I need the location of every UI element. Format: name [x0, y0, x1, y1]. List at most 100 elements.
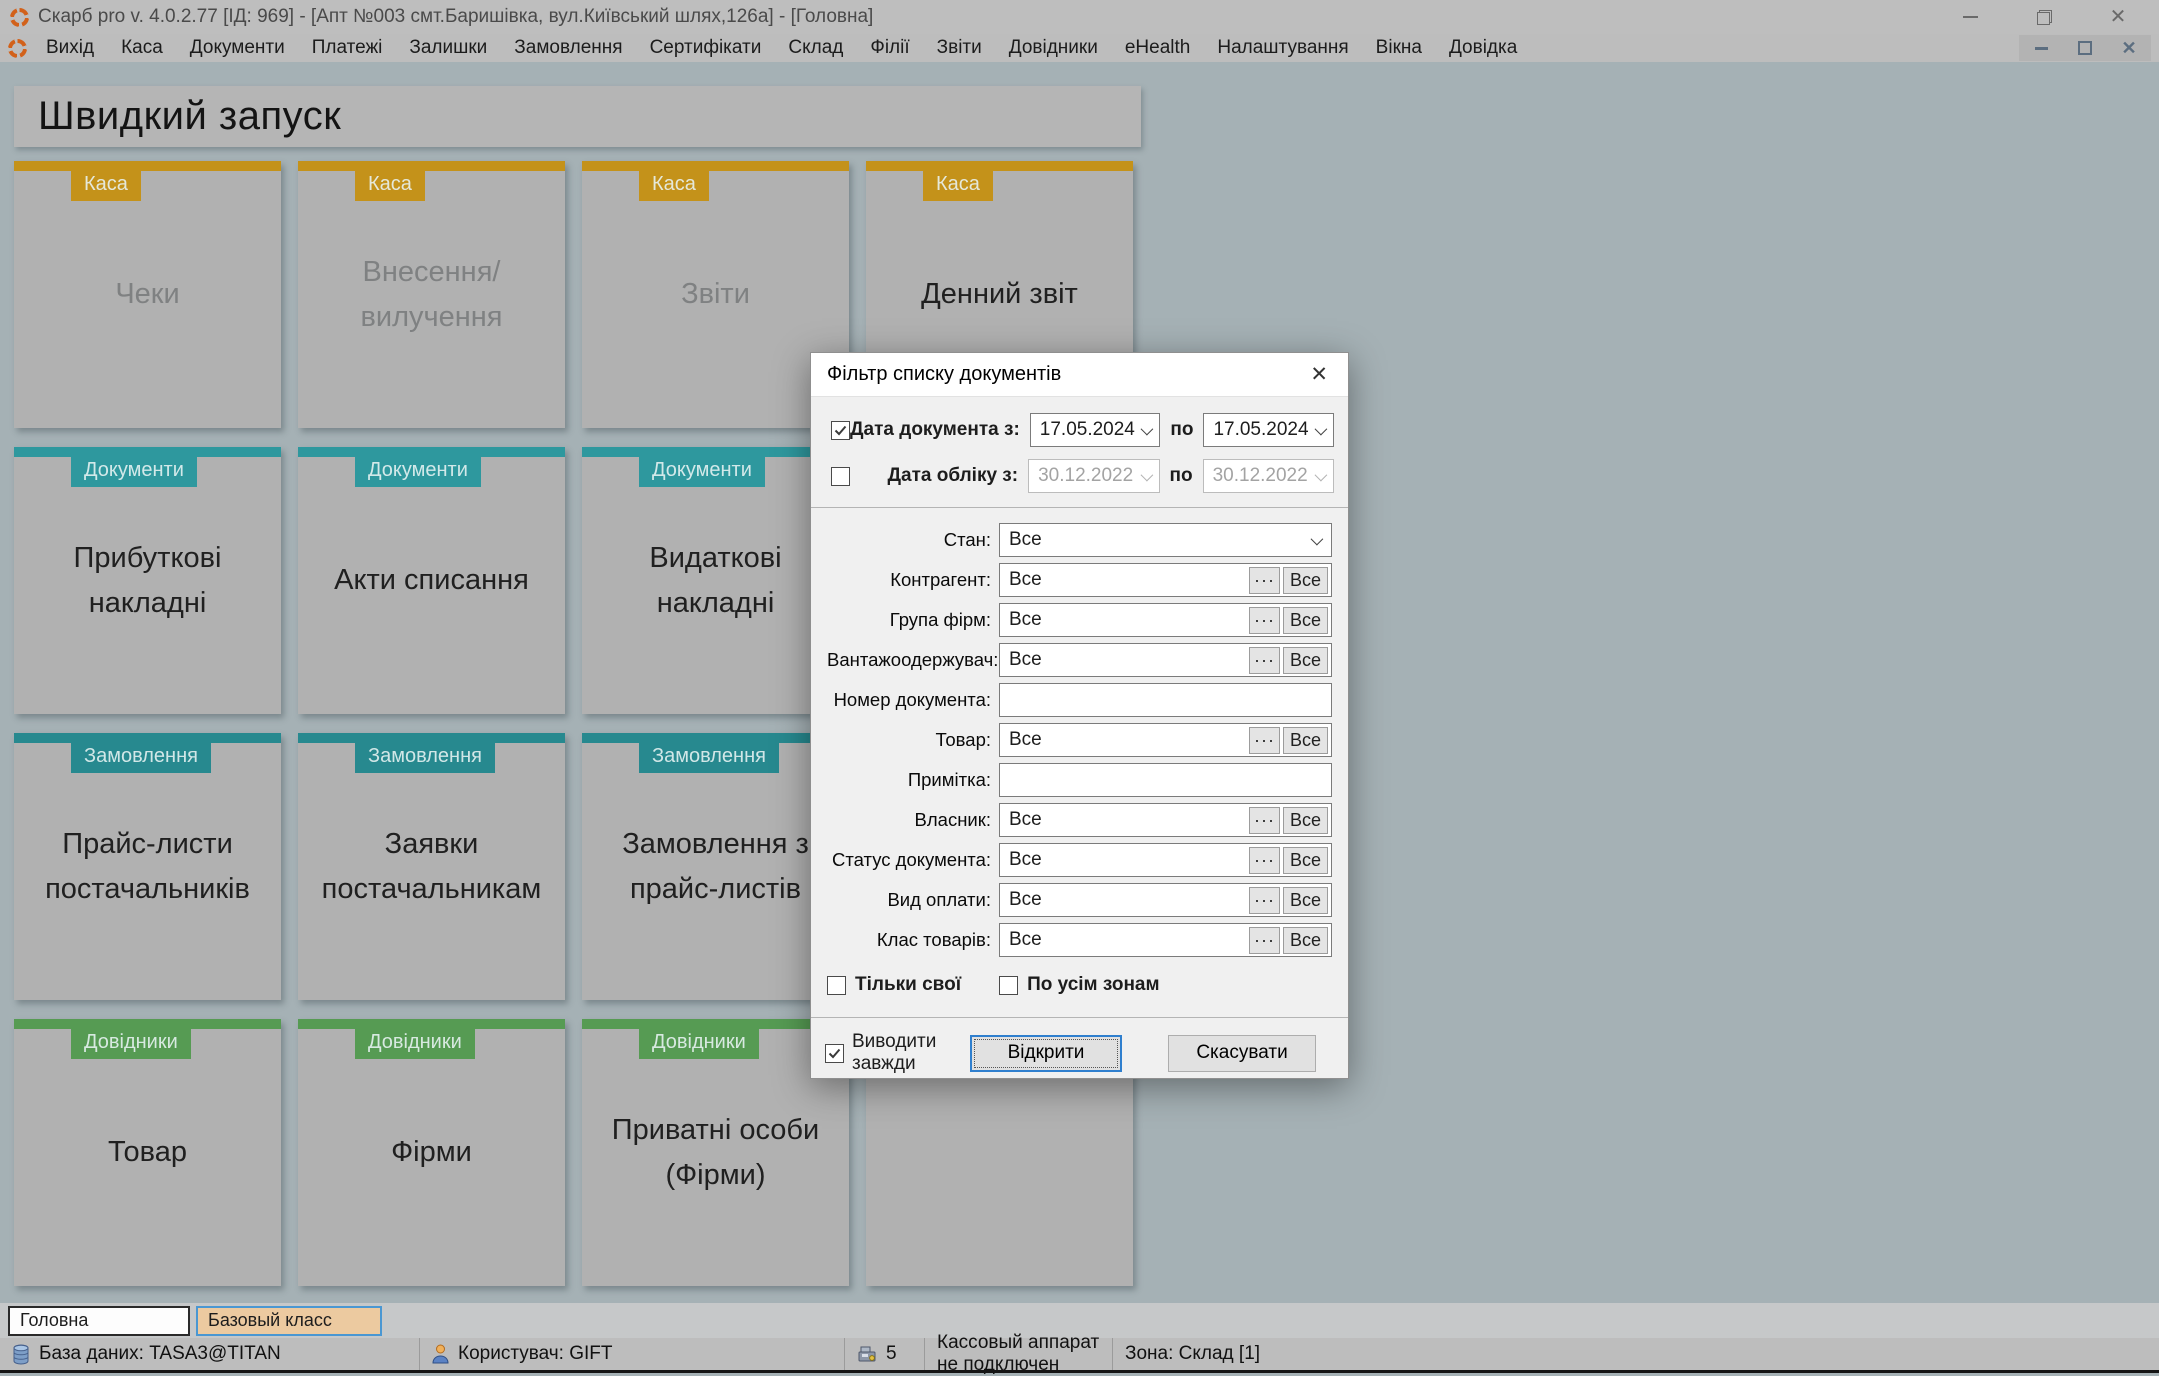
option-checkbox-group: По усім зонам: [999, 974, 1160, 996]
menu-item-сертифікати[interactable]: Сертифікати: [650, 37, 762, 59]
menu-item-каса[interactable]: Каса: [121, 37, 163, 59]
field-lookup[interactable]: Все···Все: [999, 843, 1332, 877]
date-value: 17.05.2024: [1213, 419, 1315, 441]
date-from-combo[interactable]: 17.05.2024: [1030, 413, 1161, 447]
ellipsis-button[interactable]: ···: [1249, 927, 1280, 954]
field-lookup[interactable]: Все···Все: [999, 883, 1332, 917]
always-show-checkbox[interactable]: [825, 1044, 844, 1063]
mdi-close-icon[interactable]: ✕: [2107, 35, 2151, 61]
cancel-button[interactable]: Скасувати: [1168, 1035, 1316, 1072]
chevron-down-icon: [1141, 422, 1154, 435]
filter-field-row: Клас товарів: Все···Все: [827, 920, 1332, 960]
menu-item-документи[interactable]: Документи: [190, 37, 285, 59]
menu-item-вікна[interactable]: Вікна: [1376, 37, 1422, 59]
tile[interactable]: ДокументиПрибуткові накладні: [14, 447, 281, 714]
all-button[interactable]: Все: [1283, 887, 1328, 914]
ellipsis-button[interactable]: ···: [1249, 607, 1280, 634]
field-lookup[interactable]: Все···Все: [999, 923, 1332, 957]
tab-golovna[interactable]: Головна: [8, 1306, 190, 1336]
field-lookup[interactable]: Все···Все: [999, 723, 1332, 757]
field-input[interactable]: [999, 683, 1332, 717]
tile[interactable]: КасаЧеки: [14, 161, 281, 428]
filter-dialog: Фільтр списку документів ✕ Дата документ…: [810, 352, 1349, 1079]
field-value: Все: [1009, 609, 1249, 631]
ellipsis-button[interactable]: ···: [1249, 647, 1280, 674]
open-button[interactable]: Відкрити: [970, 1035, 1122, 1072]
field-combo[interactable]: Все: [999, 523, 1332, 557]
date-value: 30.12.2022: [1213, 465, 1315, 487]
ellipsis-button[interactable]: ···: [1249, 807, 1280, 834]
ellipsis-button[interactable]: ···: [1249, 887, 1280, 914]
tile[interactable]: ЗамовленняПрайс-листи постачальників: [14, 733, 281, 1000]
dialog-close-icon[interactable]: ✕: [1306, 362, 1332, 387]
ellipsis-button[interactable]: ···: [1249, 727, 1280, 754]
menu-item-замовлення[interactable]: Замовлення: [514, 37, 622, 59]
tile-label: Приватні особи (Фірми): [582, 1019, 849, 1286]
date-filter-row: Дата документа з:17.05.2024по17.05.2024: [831, 407, 1334, 453]
filter-field-row: Статус документа: Все···Все: [827, 840, 1332, 880]
field-lookup[interactable]: Все···Все: [999, 563, 1332, 597]
minimize-icon[interactable]: [1957, 7, 1983, 27]
field-lookup[interactable]: Все···Все: [999, 803, 1332, 837]
date-row-checkbox[interactable]: [831, 421, 850, 440]
field-value: Все: [1009, 569, 1249, 591]
date-row-checkbox[interactable]: [831, 467, 850, 486]
ellipsis-button[interactable]: ···: [1249, 847, 1280, 874]
cash-register-icon: [857, 1345, 877, 1363]
menu-item-довідники[interactable]: Довідники: [1009, 37, 1098, 59]
tile[interactable]: КасаЗвіти: [582, 161, 849, 428]
tab-bazovyi-klass[interactable]: Базовый класс: [196, 1306, 382, 1336]
date-to-combo[interactable]: 17.05.2024: [1203, 413, 1334, 447]
mdi-minimize-icon[interactable]: [2019, 35, 2063, 61]
all-button[interactable]: Все: [1283, 567, 1328, 594]
mdi-restore-icon[interactable]: [2063, 35, 2107, 61]
all-button[interactable]: Все: [1283, 727, 1328, 754]
field-lookup[interactable]: Все···Все: [999, 603, 1332, 637]
filter-field-row: Контрагент:Все···Все: [827, 560, 1332, 600]
menu-item-довідка[interactable]: Довідка: [1449, 37, 1517, 59]
menu-item-склад[interactable]: Склад: [788, 37, 843, 59]
status-user: Користувач: GIFT: [420, 1338, 845, 1370]
menu-item-залишки[interactable]: Залишки: [409, 37, 487, 59]
filter-field-row: Група фірм:Все···Все: [827, 600, 1332, 640]
all-button[interactable]: Все: [1283, 847, 1328, 874]
tile[interactable]: ДовідникиТовар: [14, 1019, 281, 1286]
field-value: Все: [1009, 889, 1249, 911]
tile[interactable]: ДокументиВидаткові накладні: [582, 447, 849, 714]
field-label: Статус документа:: [827, 849, 991, 871]
field-label: Власник:: [827, 809, 991, 831]
field-input[interactable]: [999, 763, 1332, 797]
menu-item-звіти[interactable]: Звіти: [937, 37, 982, 59]
menu-item-вихід[interactable]: Вихід: [46, 37, 94, 59]
restore-icon[interactable]: [2031, 7, 2057, 27]
close-icon[interactable]: ✕: [2105, 7, 2131, 27]
tile[interactable]: КасаВнесення/вилучення: [298, 161, 565, 428]
tile[interactable]: ЗамовленняЗамовлення з прайс-листів: [582, 733, 849, 1000]
option-label: По усім зонам: [1027, 974, 1160, 996]
menu-item-налаштування[interactable]: Налаштування: [1217, 37, 1348, 59]
option-checkbox[interactable]: [999, 976, 1018, 995]
window-title: Скарб pro v. 4.0.2.77 [ІД: 969] - [Апт №…: [38, 6, 873, 28]
ellipsis-button[interactable]: ···: [1249, 567, 1280, 594]
option-checkbox[interactable]: [827, 976, 846, 995]
tile[interactable]: ДокументиАкти списання: [298, 447, 565, 714]
tile[interactable]: ДовідникиПриватні особи (Фірми): [582, 1019, 849, 1286]
status-count: 5: [845, 1338, 925, 1370]
field-label: Клас товарів:: [827, 929, 991, 951]
tile[interactable]: ДовідникиФірми: [298, 1019, 565, 1286]
tile[interactable]: ЗамовленняЗаявки постачальникам: [298, 733, 565, 1000]
all-button[interactable]: Все: [1283, 607, 1328, 634]
menu-item-платежі[interactable]: Платежі: [312, 37, 383, 59]
all-button[interactable]: Все: [1283, 807, 1328, 834]
all-button[interactable]: Все: [1283, 927, 1328, 954]
tile-label: Звіти: [582, 161, 849, 428]
menu-item-ehealth[interactable]: eHealth: [1125, 37, 1191, 59]
tile-label: Внесення/вилучення: [298, 161, 565, 428]
field-value: Все: [1009, 649, 1249, 671]
field-lookup[interactable]: Все···Все: [999, 643, 1332, 677]
tile-label: Заявки постачальникам: [298, 733, 565, 1000]
always-show-label: Виводити завжди: [852, 1031, 970, 1075]
menu-item-філії[interactable]: Філії: [870, 37, 909, 59]
option-label: Тільки свої: [855, 974, 961, 996]
all-button[interactable]: Все: [1283, 647, 1328, 674]
